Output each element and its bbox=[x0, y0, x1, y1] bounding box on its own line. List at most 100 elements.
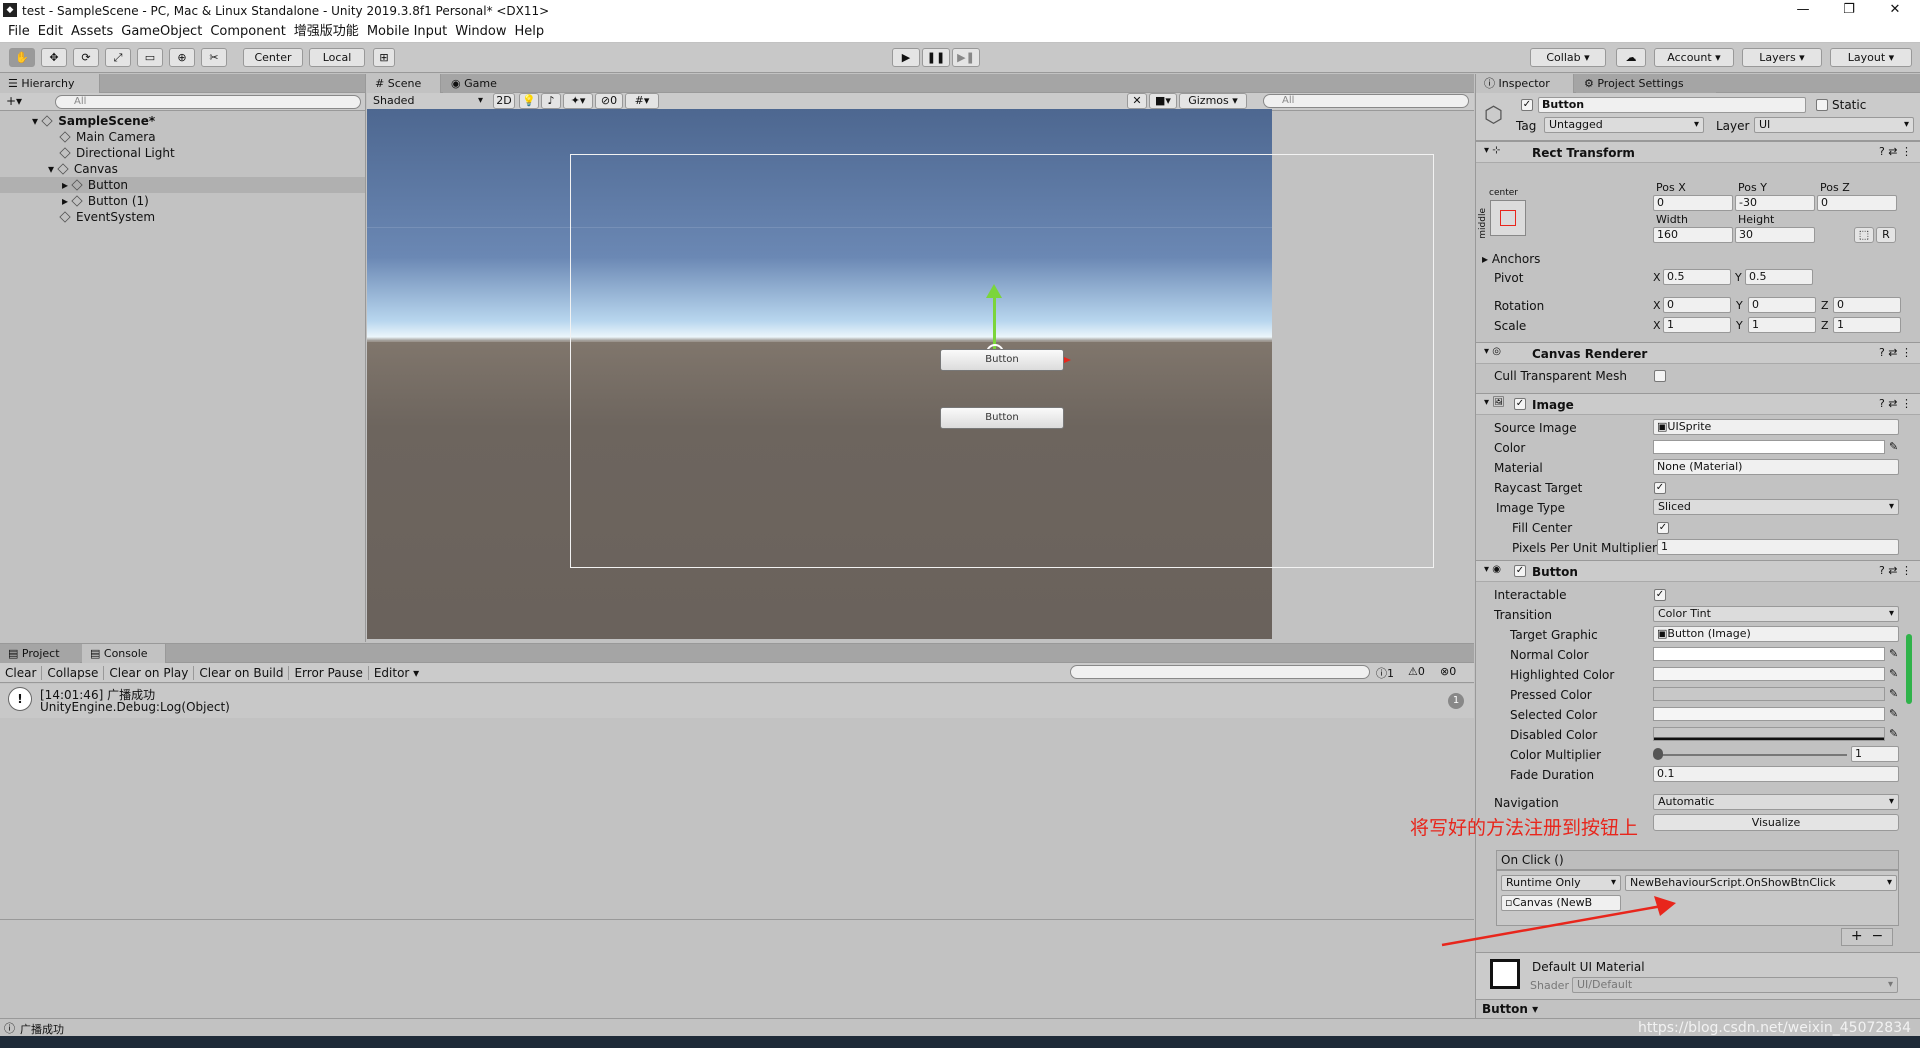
console-collapse-button[interactable]: Collapse bbox=[42, 665, 105, 680]
rotate-tool-icon[interactable]: ⟳ bbox=[73, 48, 99, 67]
visualize-button[interactable]: Visualize bbox=[1653, 814, 1899, 831]
scale-tool-icon[interactable]: ⤢ bbox=[105, 48, 131, 67]
tab-project[interactable]: ▤ Project bbox=[0, 644, 80, 663]
console-editor-dropdown[interactable]: Editor ▾ bbox=[369, 666, 424, 680]
console-clear-button[interactable]: Clear bbox=[0, 665, 43, 680]
console-clear-on-build-button[interactable]: Clear on Build bbox=[194, 665, 290, 680]
rotation-x-field[interactable]: 0 bbox=[1663, 297, 1731, 313]
menu-help[interactable]: Help bbox=[515, 22, 545, 42]
custom-tool-icon[interactable]: ✂ bbox=[201, 48, 227, 67]
log-count-toggle[interactable]: ⓘ1 bbox=[1376, 665, 1394, 681]
eyedropper-icon[interactable]: ✎ bbox=[1889, 727, 1898, 740]
console-log-entry[interactable]: ! [14:01:46] 广播成功 UnityEngine.Debug:Log(… bbox=[0, 684, 1474, 718]
rect-transform-header[interactable]: ▾ ⊹ Rect Transform ? ⇄ ⋮ bbox=[1476, 141, 1920, 163]
hierarchy-item-canvas[interactable]: ▾ Canvas bbox=[48, 161, 118, 177]
shader-dropdown[interactable]: UI/Default bbox=[1572, 977, 1898, 993]
menu-gameobject[interactable]: GameObject bbox=[121, 22, 202, 42]
close-button[interactable]: ✕ bbox=[1872, 0, 1918, 22]
scene-button-2[interactable]: Button bbox=[940, 407, 1064, 429]
menu-window[interactable]: Window bbox=[455, 22, 506, 42]
layout-dropdown[interactable]: Layout ▾ bbox=[1830, 48, 1912, 67]
image-color-field[interactable] bbox=[1653, 440, 1885, 454]
menu-edit[interactable]: Edit bbox=[38, 22, 63, 42]
runtime-dropdown[interactable]: Runtime Only bbox=[1501, 875, 1621, 891]
eyedropper-icon[interactable]: ✎ bbox=[1889, 687, 1898, 700]
lighting-icon[interactable]: 💡 bbox=[519, 93, 539, 109]
object-name-field[interactable]: Button bbox=[1538, 97, 1806, 113]
image-type-dropdown[interactable]: Sliced bbox=[1653, 499, 1899, 515]
scale-z-field[interactable]: 1 bbox=[1833, 317, 1901, 333]
create-dropdown[interactable]: +▾ bbox=[6, 94, 22, 108]
scene-root[interactable]: ▾ SampleScene* bbox=[32, 113, 155, 129]
color-multiplier-field[interactable]: 1 bbox=[1851, 746, 1899, 762]
material-field[interactable]: None (Material) bbox=[1653, 459, 1899, 475]
raycast-checkbox[interactable]: ✓ bbox=[1654, 482, 1666, 494]
component-menu-icon[interactable]: ? ⇄ ⋮ bbox=[1879, 564, 1912, 577]
shading-dropdown[interactable]: Shaded bbox=[369, 94, 487, 110]
layers-dropdown[interactable]: Layers ▾ bbox=[1742, 48, 1822, 67]
tab-inspector[interactable]: ⓘ Inspector bbox=[1476, 74, 1574, 93]
hierarchy-item-button[interactable]: ▸ Button bbox=[0, 177, 365, 193]
camera-icon[interactable]: ■▾ bbox=[1149, 93, 1177, 109]
scale-x-field[interactable]: 1 bbox=[1663, 317, 1731, 333]
preview-object-label[interactable]: Button ▾ bbox=[1482, 1002, 1538, 1016]
add-event-button[interactable]: + bbox=[1851, 928, 1863, 944]
play-button[interactable]: ▶ bbox=[892, 48, 920, 67]
scale-y-field[interactable]: 1 bbox=[1748, 317, 1816, 333]
2d-toggle[interactable]: 2D bbox=[493, 93, 515, 109]
fade-duration-field[interactable]: 0.1 bbox=[1653, 766, 1899, 782]
hidden-objects-icon[interactable]: ⊘0 bbox=[595, 93, 623, 109]
pivot-center-toggle[interactable]: Center bbox=[243, 48, 303, 67]
tab-project-settings[interactable]: ⚙ Project Settings bbox=[1576, 74, 1716, 93]
method-dropdown[interactable]: NewBehaviourScript.OnShowBtnClick bbox=[1625, 875, 1897, 891]
scene-search-input[interactable]: All bbox=[1263, 94, 1469, 108]
anchors-foldout[interactable]: ▸ Anchors bbox=[1482, 252, 1540, 266]
cull-checkbox[interactable] bbox=[1654, 370, 1666, 382]
eyedropper-icon[interactable]: ✎ bbox=[1889, 440, 1898, 453]
pivot-x-field[interactable]: 0.5 bbox=[1663, 269, 1731, 285]
width-field[interactable]: 160 bbox=[1653, 227, 1733, 243]
static-checkbox[interactable] bbox=[1816, 99, 1828, 111]
transition-dropdown[interactable]: Color Tint bbox=[1653, 606, 1899, 622]
rotation-y-field[interactable]: 0 bbox=[1748, 297, 1816, 313]
navigation-dropdown[interactable]: Automatic bbox=[1653, 794, 1899, 810]
tab-scene[interactable]: # Scene bbox=[367, 74, 441, 93]
collab-dropdown[interactable]: Collab ▾ bbox=[1530, 48, 1606, 67]
remove-event-button[interactable]: − bbox=[1871, 928, 1883, 944]
menu-enhanced[interactable]: 增强版功能 bbox=[294, 22, 359, 42]
eyedropper-icon[interactable]: ✎ bbox=[1889, 647, 1898, 660]
image-enabled-checkbox[interactable]: ✓ bbox=[1514, 398, 1526, 410]
menu-file[interactable]: File bbox=[8, 22, 30, 42]
gizmos-dropdown[interactable]: Gizmos ▾ bbox=[1179, 93, 1247, 109]
component-menu-icon[interactable]: ? ⇄ ⋮ bbox=[1879, 346, 1912, 359]
anchor-presets-icon[interactable] bbox=[1490, 200, 1526, 236]
effects-icon[interactable]: ✦▾ bbox=[563, 93, 593, 109]
highlighted-color-field[interactable] bbox=[1653, 667, 1885, 681]
eyedropper-icon[interactable]: ✎ bbox=[1889, 707, 1898, 720]
pause-button[interactable]: ❚❚ bbox=[922, 48, 950, 67]
posy-field[interactable]: -30 bbox=[1735, 195, 1815, 211]
minimize-button[interactable]: — bbox=[1780, 0, 1826, 22]
error-count-toggle[interactable]: ⊗0 bbox=[1440, 665, 1456, 678]
pressed-color-field[interactable] bbox=[1653, 687, 1885, 701]
tools-icon[interactable]: ✕ bbox=[1127, 93, 1147, 109]
button-enabled-checkbox[interactable]: ✓ bbox=[1514, 565, 1526, 577]
component-menu-icon[interactable]: ? ⇄ ⋮ bbox=[1879, 145, 1912, 158]
hierarchy-item-directional-light[interactable]: Directional Light bbox=[59, 145, 175, 161]
account-dropdown[interactable]: Account ▾ bbox=[1654, 48, 1734, 67]
grid-icon[interactable]: #▾ bbox=[625, 93, 659, 109]
cloud-icon[interactable]: ☁ bbox=[1616, 48, 1646, 67]
height-field[interactable]: 30 bbox=[1735, 227, 1815, 243]
pivot-y-field[interactable]: 0.5 bbox=[1745, 269, 1813, 285]
selected-color-field[interactable] bbox=[1653, 707, 1885, 721]
layer-dropdown[interactable]: UI bbox=[1754, 117, 1914, 133]
color-multiplier-handle[interactable] bbox=[1653, 748, 1663, 760]
console-error-pause-button[interactable]: Error Pause bbox=[289, 665, 369, 680]
rect-tool-icon[interactable]: ▭ bbox=[137, 48, 163, 67]
normal-color-field[interactable] bbox=[1653, 647, 1885, 661]
hand-tool-icon[interactable]: ✋ bbox=[9, 48, 35, 67]
fill-center-checkbox[interactable]: ✓ bbox=[1657, 522, 1669, 534]
canvas-renderer-header[interactable]: ▾ ◎ Canvas Renderer ? ⇄ ⋮ bbox=[1476, 342, 1920, 364]
step-button[interactable]: ▶❚ bbox=[952, 48, 980, 67]
tag-dropdown[interactable]: Untagged bbox=[1544, 117, 1704, 133]
